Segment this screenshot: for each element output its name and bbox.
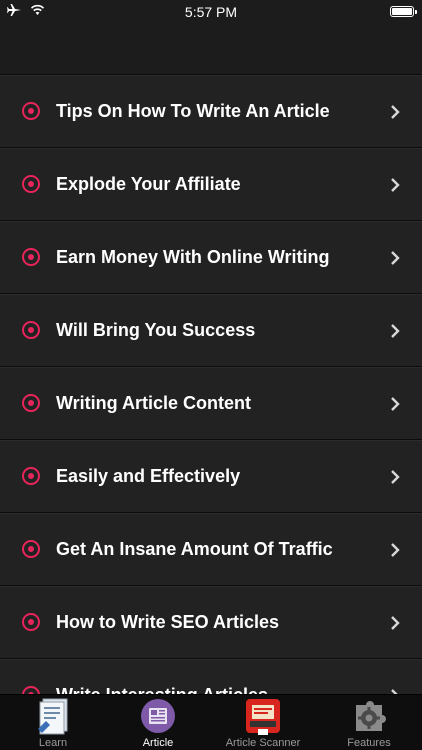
chevron-right-icon — [391, 251, 400, 265]
chevron-right-icon — [391, 324, 400, 338]
list-item[interactable]: Tips On How To Write An Article — [0, 75, 422, 148]
list-item-label: Write Interesting Articles — [56, 685, 269, 695]
article-list[interactable]: Tips On How To Write An Article Explode … — [0, 74, 422, 695]
chevron-right-icon — [391, 616, 400, 630]
list-item-label: Earn Money With Online Writing — [56, 247, 330, 267]
list-item[interactable]: Write Interesting Articles — [0, 659, 422, 695]
list-item[interactable]: Will Bring You Success — [0, 294, 422, 367]
status-bar: 5:57 PM — [0, 0, 422, 24]
tab-bar: Learn Article Article Scanner Features — [0, 694, 422, 750]
chevron-right-icon — [391, 397, 400, 411]
list-item[interactable]: Writing Article Content — [0, 367, 422, 440]
list-item-label: Easily and Effectively — [56, 466, 241, 486]
list-item-label: Explode Your Affiliate — [56, 174, 241, 194]
list-item[interactable]: How to Write SEO Articles — [0, 586, 422, 659]
list-item-label: How to Write SEO Articles — [56, 612, 280, 632]
article-icon — [141, 699, 175, 733]
chevron-right-icon — [391, 543, 400, 557]
tab-learn[interactable]: Learn — [0, 695, 106, 750]
tab-article[interactable]: Article — [106, 695, 210, 750]
scanner-icon — [246, 699, 280, 735]
target-bullet-icon — [22, 175, 40, 193]
list-item-label: Writing Article Content — [56, 393, 251, 413]
list-item[interactable]: Earn Money With Online Writing — [0, 221, 422, 294]
chevron-right-icon — [391, 178, 400, 192]
tab-article-scanner[interactable]: Article Scanner — [210, 695, 316, 750]
list-item-label: Will Bring You Success — [56, 320, 256, 340]
battery-icon — [390, 6, 417, 17]
list-item[interactable]: Explode Your Affiliate — [0, 148, 422, 221]
status-time: 5:57 PM — [184, 4, 238, 20]
target-bullet-icon — [22, 540, 40, 558]
target-bullet-icon — [22, 102, 40, 120]
target-bullet-icon — [22, 321, 40, 339]
target-bullet-icon — [22, 467, 40, 485]
chevron-right-icon — [391, 470, 400, 484]
target-bullet-icon — [22, 248, 40, 266]
target-bullet-icon — [22, 394, 40, 412]
list-item[interactable]: Get An Insane Amount Of Traffic — [0, 513, 422, 586]
tab-features[interactable]: Features — [316, 695, 422, 750]
app-screen: 5:57 PM Tips On How To Write An Article … — [0, 0, 422, 750]
puzzle-gear-icon — [356, 701, 386, 731]
list-item-label: Tips On How To Write An Article — [56, 101, 330, 121]
tab-label: Article Scanner — [225, 737, 301, 749]
document-icon — [38, 698, 68, 735]
list-item-label: Get An Insane Amount Of Traffic — [56, 539, 333, 559]
tab-label: Article — [142, 737, 174, 749]
tab-label: Learn — [38, 737, 68, 749]
tab-label: Features — [347, 737, 391, 749]
list-item[interactable]: Easily and Effectively — [0, 440, 422, 513]
chevron-right-icon — [391, 105, 400, 119]
target-bullet-icon — [22, 613, 40, 631]
